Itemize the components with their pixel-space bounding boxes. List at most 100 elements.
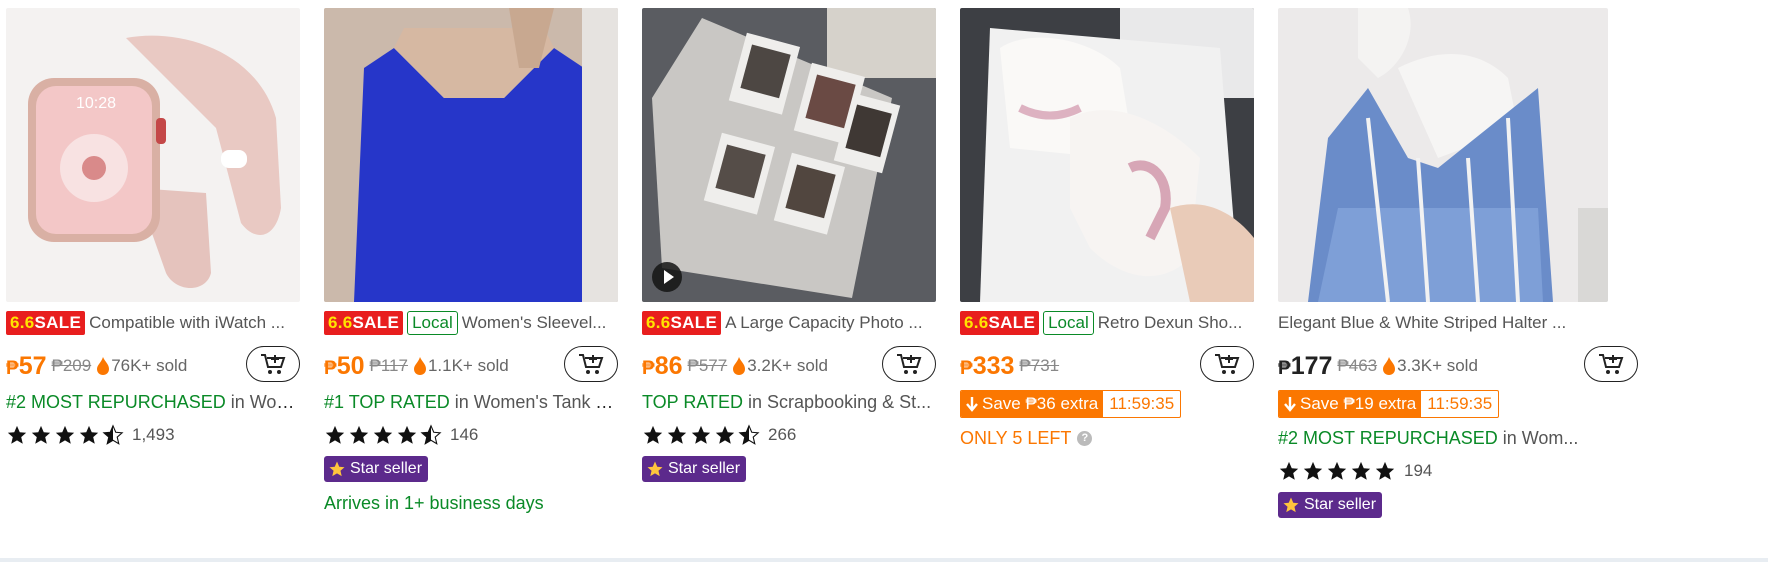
product-title[interactable]: Retro Dexun Sho... — [1098, 313, 1254, 333]
save-text: Save ₱36 extra — [982, 394, 1099, 413]
flame-icon — [1383, 357, 1396, 375]
product-title[interactable]: Women's Sleevel... — [462, 313, 618, 333]
star-seller-badge: Star seller — [324, 456, 429, 482]
question-icon[interactable]: ? — [1077, 431, 1093, 446]
save-text: Save ₱19 extra — [1300, 394, 1417, 413]
price: ₱86 — [642, 351, 683, 380]
product-card[interactable]: Elegant Blue & White Striped Halter ... … — [1278, 8, 1638, 558]
flame-icon — [97, 357, 110, 375]
flame-icon — [413, 357, 426, 375]
play-icon[interactable] — [652, 262, 682, 292]
local-badge: Local — [1043, 311, 1094, 335]
cart-add-icon — [1215, 354, 1240, 374]
cart-add-icon — [897, 354, 922, 374]
product-card[interactable]: 6.6SALE A Large Capacity Photo ... ₱86 ₱… — [642, 8, 936, 558]
cart-add-icon — [1599, 354, 1624, 374]
star-icon — [1303, 461, 1323, 480]
local-badge: Local — [407, 311, 458, 335]
product-title[interactable]: Elegant Blue & White Striped Halter ... — [1278, 313, 1608, 333]
price: ₱177 — [1278, 351, 1333, 380]
sale-badge: 6.6SALE — [324, 311, 404, 335]
sold-count: 1.1K+ sold — [427, 356, 509, 375]
sold-count: 3.3K+ sold — [1397, 356, 1478, 375]
stock-warning: ONLY 5 LEFT ? — [960, 428, 1254, 449]
product-image[interactable] — [960, 8, 1254, 302]
product-card[interactable]: 6.6SALE Local Women's Sleevel... ₱50 ₱11… — [324, 8, 618, 558]
product-card[interactable]: 10:28 6.6SALE Compatible with iWatch ...… — [6, 8, 300, 558]
star-seller-badge: Star seller — [1278, 492, 1383, 518]
rating-count: 194 — [1404, 461, 1433, 480]
star-seller-icon — [647, 461, 663, 477]
star-seller-icon — [1283, 497, 1299, 513]
product-image[interactable] — [324, 8, 618, 302]
product-image[interactable] — [1278, 8, 1608, 302]
star-icon — [79, 425, 99, 444]
countdown-timer: 11:59:35 — [1109, 394, 1175, 413]
star-seller-icon — [329, 461, 345, 477]
rank-badge[interactable]: #1 TOP RATED in Women's Tank T... — [324, 392, 618, 418]
rating: 266 — [642, 422, 936, 448]
add-to-cart-button[interactable] — [1584, 346, 1638, 382]
add-to-cart-button[interactable] — [882, 346, 936, 382]
price: ₱57 — [6, 351, 47, 380]
star-half-icon — [102, 424, 124, 445]
delivery-info: Arrives in 1+ business days — [324, 493, 544, 513]
rating-count: 146 — [450, 425, 479, 444]
add-to-cart-button[interactable] — [564, 346, 618, 382]
star-icon — [1351, 461, 1371, 480]
countdown-timer: 11:59:35 — [1427, 394, 1493, 413]
original-price: ₱577 — [687, 356, 728, 375]
scroll-divider — [0, 558, 1768, 562]
original-price: ₱731 — [1019, 356, 1060, 375]
star-half-icon — [738, 424, 760, 445]
star-icon — [667, 425, 687, 444]
sale-badge: 6.6SALE — [960, 311, 1040, 335]
sale-badge: 6.6SALE — [6, 311, 86, 335]
star-seller-badge: Star seller — [642, 456, 747, 482]
rating-count: 266 — [768, 425, 797, 444]
add-to-cart-button[interactable] — [1200, 346, 1254, 382]
add-to-cart-button[interactable] — [246, 346, 300, 382]
star-icon — [715, 425, 735, 444]
sold-count: 3.2K+ sold — [747, 356, 829, 375]
original-price: ₱463 — [1337, 356, 1378, 375]
star-icon — [691, 425, 711, 444]
product-title[interactable]: Compatible with iWatch ... — [89, 313, 300, 333]
product-grid: 10:28 6.6SALE Compatible with iWatch ...… — [0, 0, 1768, 558]
original-price: ₱209 — [51, 356, 92, 375]
down-arrow-icon — [966, 397, 978, 412]
down-arrow-icon — [1284, 397, 1296, 412]
product-title[interactable]: A Large Capacity Photo ... — [725, 313, 936, 333]
star-icon — [349, 425, 369, 444]
rating-count: 1,493 — [132, 425, 175, 444]
star-icon — [373, 425, 393, 444]
cart-add-icon — [579, 354, 604, 374]
rank-badge[interactable]: #2 MOST REPURCHASED in Wom... — [1278, 428, 1608, 454]
rating: 1,493 — [6, 422, 300, 448]
rank-badge[interactable]: TOP RATED in Scrapbooking & St... — [642, 392, 936, 418]
sold-count: 76K+ sold — [111, 356, 188, 375]
rank-badge[interactable]: #2 MOST REPURCHASED in Wom... — [6, 392, 300, 418]
star-icon — [1375, 461, 1395, 480]
extra-savings-chip[interactable]: Save ₱36 extra 11:59:35 — [960, 390, 1182, 418]
price: ₱50 — [324, 351, 365, 380]
product-card[interactable]: 6.6SALE Local Retro Dexun Sho... ₱333 ₱7… — [960, 8, 1254, 558]
star-icon — [1279, 461, 1299, 480]
sale-badge: 6.6SALE — [642, 311, 722, 335]
star-icon — [7, 425, 27, 444]
star-icon — [31, 425, 51, 444]
rating: 194 — [1278, 458, 1608, 484]
extra-savings-chip[interactable]: Save ₱19 extra 11:59:35 — [1278, 390, 1500, 418]
star-icon — [1327, 461, 1347, 480]
price: ₱333 — [960, 351, 1015, 380]
flame-icon — [733, 357, 746, 375]
star-half-icon — [420, 424, 442, 445]
star-icon — [325, 425, 345, 444]
star-icon — [55, 425, 75, 444]
product-image[interactable] — [642, 8, 936, 302]
original-price: ₱117 — [369, 356, 408, 375]
product-image[interactable]: 10:28 — [6, 8, 300, 302]
svg-text:10:28: 10:28 — [76, 95, 116, 112]
star-icon — [397, 425, 417, 444]
rating: 146 — [324, 422, 618, 448]
